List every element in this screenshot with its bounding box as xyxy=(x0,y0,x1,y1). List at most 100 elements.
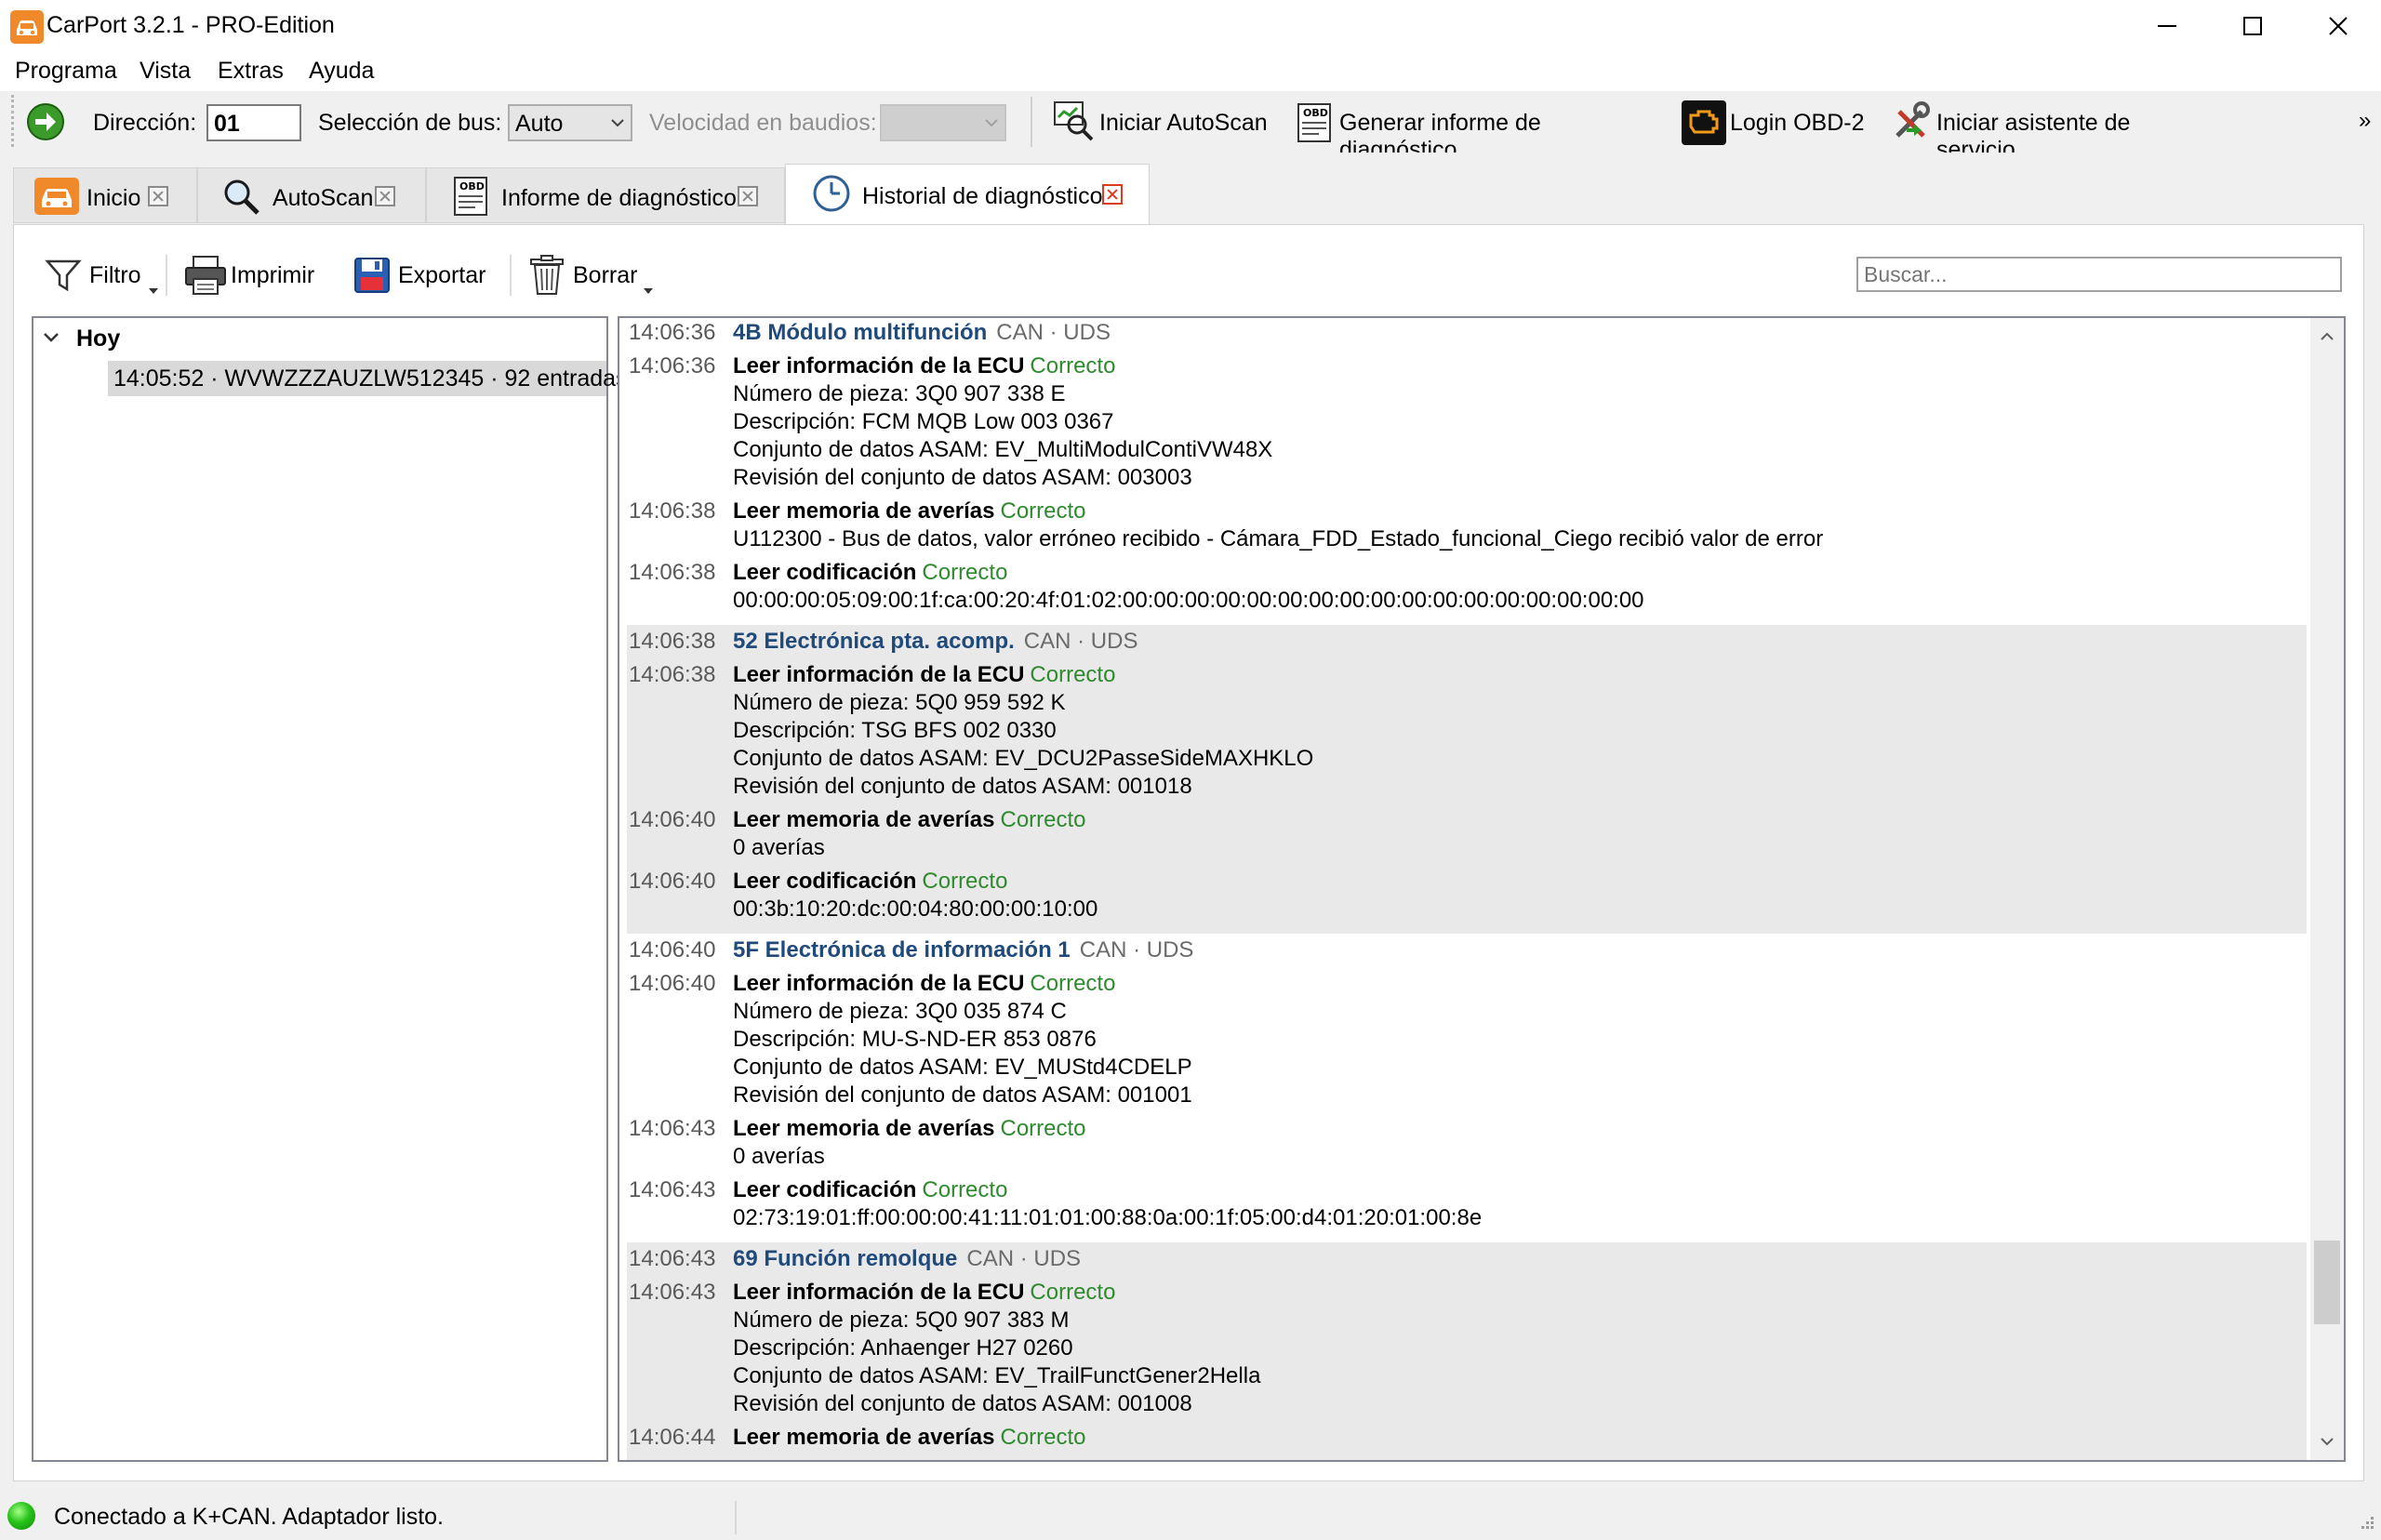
log-status: Correcto xyxy=(1000,1116,1086,1141)
log-module-group: 14:06:40 5F Electrónica de información 1 C… xyxy=(627,934,2307,1242)
tab-close-icon[interactable] xyxy=(375,186,395,206)
baud-select[interactable] xyxy=(880,104,1006,141)
session-tree[interactable] xyxy=(32,316,608,1462)
log-protocol: CAN · UDS xyxy=(996,320,1111,345)
delete-button[interactable]: Borrar xyxy=(526,253,657,298)
log-detail: Conjunto de datos ASAM: EV_DCU2PasseSide… xyxy=(733,746,1314,771)
log-status: Correcto xyxy=(922,869,1008,894)
log-protocol: CAN · UDS xyxy=(1079,937,1194,962)
log-detail: 00:3b:10:20:dc:00:04:80:00:00:10:00 xyxy=(733,896,1098,922)
clock-icon xyxy=(813,175,850,212)
log-module-title: 52 Electrónica pta. acomp. xyxy=(733,629,1015,654)
log-operation: Leer información de la ECU xyxy=(733,1280,1025,1305)
log-timestamp: 14:06:36 xyxy=(629,353,716,378)
log-status: Correcto xyxy=(922,560,1008,585)
chevron-up-icon xyxy=(2321,332,2334,340)
svg-text:OBD: OBD xyxy=(1303,107,1328,119)
address-label: Dirección: xyxy=(93,110,197,136)
search-input[interactable] xyxy=(1856,257,2342,292)
log-status: Correcto xyxy=(1030,662,1116,687)
engine-warning-icon xyxy=(1682,100,1726,145)
login-obd2-button[interactable]: Login OBD-2 xyxy=(1682,99,1869,147)
log-operation: Leer información de la ECU xyxy=(733,971,1025,996)
expand-chevron-icon[interactable] xyxy=(43,331,60,344)
tab-close-icon[interactable] xyxy=(148,186,168,206)
log-protocol: CAN · UDS xyxy=(1023,629,1138,654)
chevron-down-icon xyxy=(2321,1438,2334,1446)
status-separator xyxy=(735,1501,737,1534)
log-detail: Número de pieza: 3Q0 035 874 C xyxy=(733,999,1067,1024)
log-timestamp: 14:06:40 xyxy=(629,869,716,894)
diagnostic-log: 14:06:36 4B Módulo multifunción CAN · UDS 1… xyxy=(618,316,2346,1462)
tab-label: Historial de diagnóstico xyxy=(862,183,1103,209)
log-detail: Descripción: Anhaenger H27 0260 xyxy=(733,1335,1073,1361)
close-window-button[interactable] xyxy=(2295,0,2381,52)
filter-button[interactable]: Filtro xyxy=(41,253,162,298)
log-detail: 02:73:19:01:ff:00:00:00:41:11:01:01:00:8… xyxy=(733,1205,1483,1230)
tab-label: Informe de diagnóstico xyxy=(501,185,737,211)
dropdown-arrow-icon xyxy=(644,288,653,294)
autoscan-button[interactable]: Iniciar AutoScan xyxy=(1053,99,1270,147)
log-operation: Leer información de la ECU xyxy=(733,353,1025,378)
log-module-title: 69 Función remolque xyxy=(733,1246,958,1271)
status-text: Conectado a K+CAN. Adaptador listo. xyxy=(54,1504,445,1530)
maximize-button[interactable] xyxy=(2210,0,2295,52)
log-timestamp: 14:06:44 xyxy=(629,1425,716,1450)
bus-select[interactable]: Auto xyxy=(508,104,632,141)
magnifier-icon xyxy=(224,179,259,215)
log-detail: Descripción: FCM MQB Low 003 0367 xyxy=(733,409,1114,434)
menu-programa[interactable]: Programa xyxy=(15,58,117,85)
tree-node-session[interactable]: 14:05:52 · WVWZZZAUZLW512345 · 92 entrad… xyxy=(108,361,628,396)
tab-inicio[interactable]: Inicio xyxy=(13,167,197,223)
scroll-thumb[interactable] xyxy=(2314,1241,2340,1324)
tree-node-today[interactable]: Hoy xyxy=(76,325,120,352)
car-icon xyxy=(34,178,79,215)
toolbar-overflow-button[interactable]: » xyxy=(2359,108,2371,134)
tab-informe-diagnostico[interactable]: OBD Informe de diagnóstico xyxy=(426,167,785,223)
trash-icon xyxy=(530,255,564,295)
log-operation: Leer información de la ECU xyxy=(733,662,1025,687)
log-detail: Número de pieza: 5Q0 907 383 M xyxy=(733,1308,1070,1333)
menu-vista[interactable]: Vista xyxy=(140,58,191,85)
menu-ayuda[interactable]: Ayuda xyxy=(309,58,374,85)
session-label: 14:05:52 · WVWZZZAUZLW512345 · 92 entrad… xyxy=(113,365,628,392)
tab-close-icon[interactable] xyxy=(1102,184,1123,205)
print-button[interactable]: Imprimir xyxy=(182,253,322,298)
log-operation: Leer memoria de averías xyxy=(733,498,995,524)
log-detail: 0 averías xyxy=(733,1144,825,1169)
connect-arrow-icon[interactable] xyxy=(26,102,65,141)
log-detail: Descripción: MU-S-ND-ER 853 0876 xyxy=(733,1027,1097,1052)
log-status: Correcto xyxy=(1030,353,1116,378)
scroll-down-button[interactable] xyxy=(2310,1425,2344,1458)
generate-report-button[interactable]: OBD Generar informe de diagnóstico xyxy=(1297,99,1654,163)
log-timestamp: 14:06:38 xyxy=(629,560,716,585)
autoscan-icon xyxy=(1054,101,1094,141)
log-timestamp: 14:06:38 xyxy=(629,498,716,524)
status-indicator-icon xyxy=(7,1502,35,1530)
title-bar xyxy=(0,0,2381,52)
login-obd2-label: Login OBD-2 xyxy=(1730,110,1865,136)
toolbar-grip xyxy=(11,95,18,147)
log-status: Correcto xyxy=(922,1177,1008,1202)
obd-report-icon: OBD xyxy=(1297,103,1331,142)
service-assistant-button[interactable]: Iniciar asistente de servicio xyxy=(1888,99,2208,163)
log-operation: Leer memoria de averías xyxy=(733,1425,995,1450)
log-timestamp: 14:06:43 xyxy=(629,1177,716,1202)
minimize-button[interactable] xyxy=(2124,0,2210,52)
tab-historial-diagnostico[interactable]: Historial de diagnóstico xyxy=(785,164,1150,225)
autoscan-label: Iniciar AutoScan xyxy=(1099,110,1268,136)
log-status: Correcto xyxy=(1000,498,1086,524)
export-button[interactable]: Exportar xyxy=(352,253,491,298)
log-protocol: CAN · UDS xyxy=(966,1246,1082,1271)
menu-extras[interactable]: Extras xyxy=(218,58,284,85)
scroll-up-button[interactable] xyxy=(2310,320,2344,353)
tab-autoscan[interactable]: AutoScan xyxy=(197,167,426,223)
address-input[interactable]: 01 xyxy=(206,104,301,141)
bus-label: Selección de bus: xyxy=(318,110,502,136)
log-status: Correcto xyxy=(1030,1280,1116,1305)
obd-report-icon: OBD xyxy=(454,177,487,216)
delete-label: Borrar xyxy=(573,262,638,288)
tab-close-icon[interactable] xyxy=(738,186,758,206)
log-operation: Leer codificación xyxy=(733,1177,917,1202)
resize-grip-icon[interactable] xyxy=(2355,1512,2375,1533)
